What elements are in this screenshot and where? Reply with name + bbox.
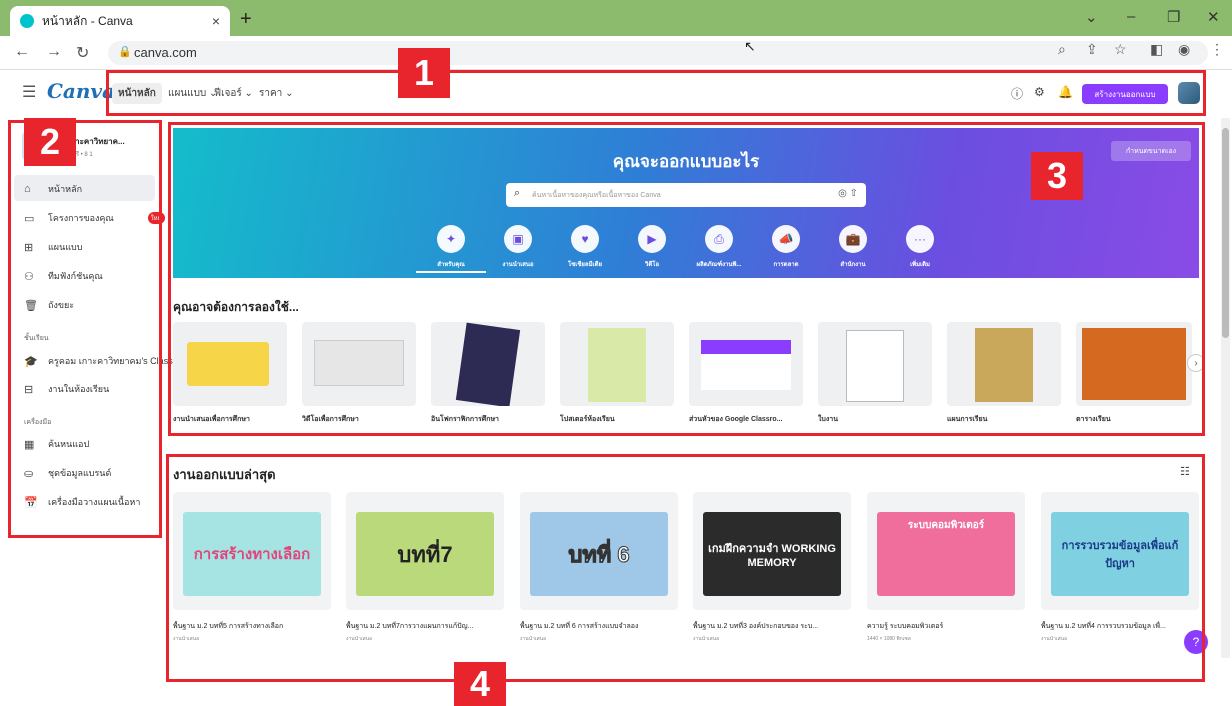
new-tab-button[interactable]: + bbox=[240, 8, 252, 31]
close-window-button[interactable]: ✕ bbox=[1207, 8, 1220, 26]
tab-close-icon[interactable]: × bbox=[212, 13, 220, 29]
browser-tab[interactable]: หน้าหลัก - Canva × bbox=[10, 6, 230, 36]
back-icon[interactable]: ← bbox=[14, 43, 30, 61]
canva-favicon-icon bbox=[20, 14, 34, 28]
forward-icon[interactable]: → bbox=[46, 43, 62, 61]
annotation-label-4: 4 bbox=[454, 662, 506, 706]
scrollbar[interactable] bbox=[1221, 118, 1230, 658]
sidepanel-icon[interactable]: ◧ bbox=[1150, 41, 1163, 58]
share-icon[interactable]: ⇪ bbox=[1086, 41, 1098, 58]
url-text: canva.com bbox=[134, 45, 197, 60]
tab-search-icon[interactable]: ⌄ bbox=[1085, 8, 1098, 26]
menu-kebab-icon[interactable]: ⋮ bbox=[1210, 41, 1224, 58]
url-field[interactable]: 🔒 canva.com bbox=[108, 41, 1208, 65]
zoom-icon[interactable]: ⌕ bbox=[1058, 41, 1066, 58]
restore-button[interactable]: ❐ bbox=[1167, 8, 1180, 26]
reload-icon[interactable]: ↻ bbox=[76, 43, 89, 63]
canva-logo[interactable]: Canva bbox=[47, 79, 115, 103]
bookmark-star-icon[interactable]: ☆ bbox=[1114, 41, 1127, 58]
annotation-box-recent bbox=[166, 454, 1205, 682]
lock-icon: 🔒 bbox=[118, 46, 132, 58]
annotation-box-header bbox=[106, 70, 1206, 116]
address-bar: ← → ↻ 🔒 canva.com bbox=[0, 36, 1232, 70]
annotation-box-sidebar bbox=[8, 120, 162, 538]
hamburger-menu-icon[interactable]: ☰ bbox=[22, 82, 36, 102]
mouse-cursor-icon: ↖ bbox=[744, 38, 756, 54]
profile-icon[interactable]: ◉ bbox=[1178, 41, 1190, 58]
annotation-label-2: 2 bbox=[24, 118, 76, 166]
scrollbar-thumb[interactable] bbox=[1222, 128, 1229, 338]
browser-tabbar: หน้าหลัก - Canva × + ⌄ – ❐ ✕ bbox=[0, 0, 1232, 36]
minimize-button[interactable]: – bbox=[1127, 8, 1135, 25]
annotation-label-3: 3 bbox=[1031, 152, 1083, 200]
annotation-label-1: 1 bbox=[398, 48, 450, 98]
tab-title: หน้าหลัก - Canva bbox=[42, 13, 133, 28]
